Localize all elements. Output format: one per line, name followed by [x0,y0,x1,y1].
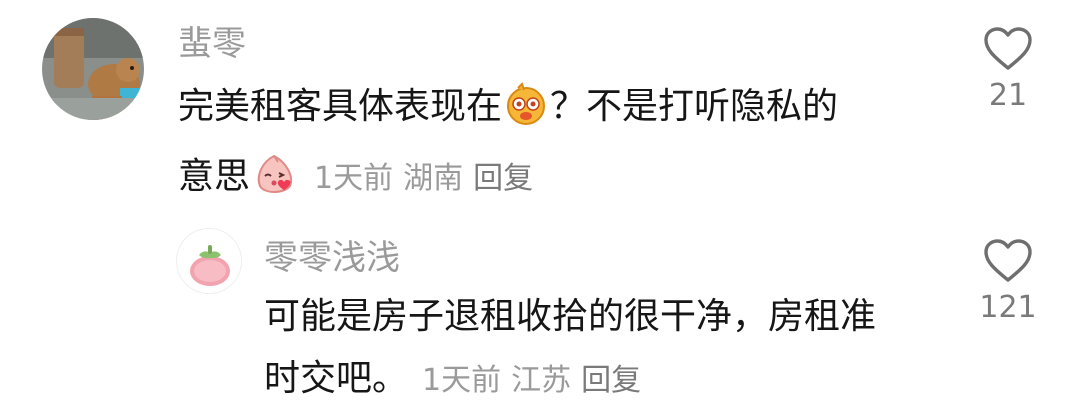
comment-item: 蜚零 完美租客具体表现在 ？不是打听隐私的 意思 1天前 湖南 回复 21 [0,0,1080,200]
capybara-avatar-image [42,18,144,120]
reply-comment-item: 零零浅浅 可能是房子退租收拾的很干净，房租准 时交吧。 1天前 江苏 回复 121 [0,210,1080,418]
avatar[interactable] [176,228,242,294]
comment-location: 湖南 [403,161,464,196]
comment-text-line2: 时交吧。 [264,358,409,399]
comment-text-line1: 完美租客具体表现在 [178,86,503,127]
heart-icon [984,239,1032,282]
comment-meta: 1天前 江苏 回复 [422,363,641,398]
heart-icon [984,27,1032,70]
comment-meta: 1天前 湖南 回复 [314,161,533,196]
comment-text: 完美租客具体表现在 ？不是打听隐私的 意思 1天前 湖南 回复 [178,76,838,216]
like-count: 121 [979,290,1037,325]
username[interactable]: 蜚零 [178,24,246,64]
squinting-face-emoji-icon [504,82,548,146]
comment-text-line1: 可能是房子退租收拾的很干净，房租准 [264,296,877,337]
comment-location: 江苏 [511,363,572,398]
avatar[interactable] [42,18,144,120]
comment-text: 可能是房子退租收拾的很干净，房租准 时交吧。 1天前 江苏 回复 [264,286,876,412]
mangosteen-avatar-image [177,229,241,293]
comment-time: 1天前 [314,161,394,196]
comment-time: 1天前 [422,363,502,398]
comment-text-line2: 意思 [178,156,251,197]
like-button[interactable]: 121 [968,238,1048,326]
reply-button[interactable]: 回复 [473,161,533,196]
comment-text-line1-cont: ？不是打听隐私的 [550,86,839,127]
reply-button[interactable]: 回复 [581,363,641,398]
username[interactable]: 零零浅浅 [264,238,400,278]
like-count: 21 [988,78,1028,113]
blowing-kiss-peach-emoji-icon [252,152,298,216]
like-button[interactable]: 21 [968,26,1048,114]
